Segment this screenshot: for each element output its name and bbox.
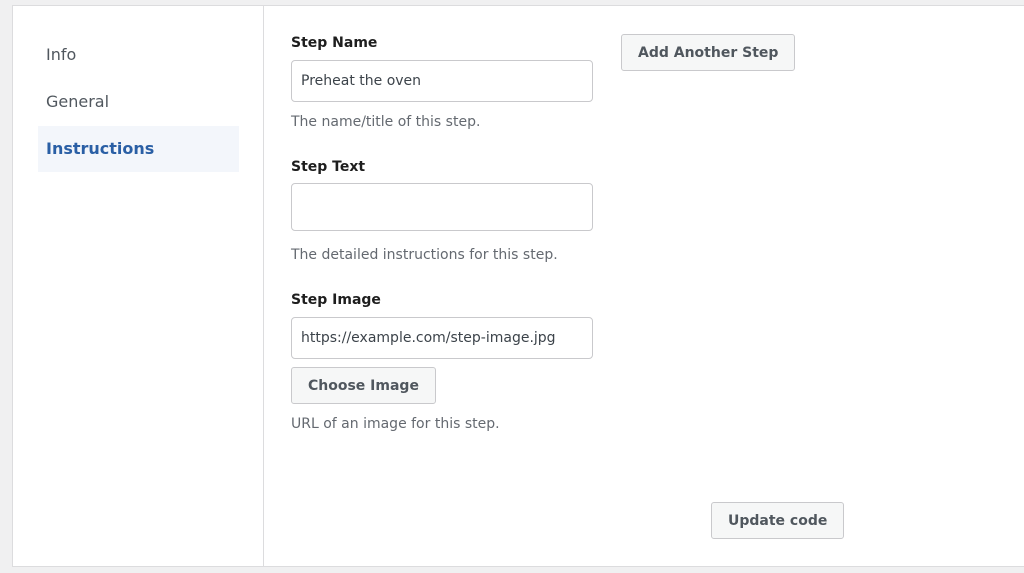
step-text-help: The detailed instructions for this step.: [291, 247, 558, 263]
choose-image-button[interactable]: Choose Image: [291, 367, 436, 404]
add-another-step-button[interactable]: Add Another Step: [621, 34, 796, 71]
sidebar: Info General Instructions: [13, 6, 264, 566]
step-image-help: URL of an image for this step.: [291, 416, 500, 432]
settings-panel: Info General Instructions Step Name The …: [12, 5, 1024, 567]
sidebar-item-label: Info: [46, 45, 77, 64]
main-content: Step Name The name/title of this step. S…: [265, 6, 1024, 566]
step-name-help: The name/title of this step.: [291, 114, 481, 130]
sidebar-item-instructions[interactable]: Instructions: [38, 126, 239, 172]
step-image-input[interactable]: [291, 317, 593, 359]
step-image-label: Step Image: [291, 292, 381, 308]
step-name-input[interactable]: [291, 60, 593, 102]
sidebar-item-label: General: [46, 92, 110, 111]
sidebar-item-general[interactable]: General: [38, 79, 239, 125]
step-text-input[interactable]: [291, 183, 593, 231]
step-text-label: Step Text: [291, 159, 366, 175]
step-name-label: Step Name: [291, 35, 378, 51]
sidebar-item-label: Instructions: [46, 139, 155, 158]
update-code-button[interactable]: Update code: [711, 502, 845, 539]
sidebar-item-info[interactable]: Info: [38, 32, 239, 78]
